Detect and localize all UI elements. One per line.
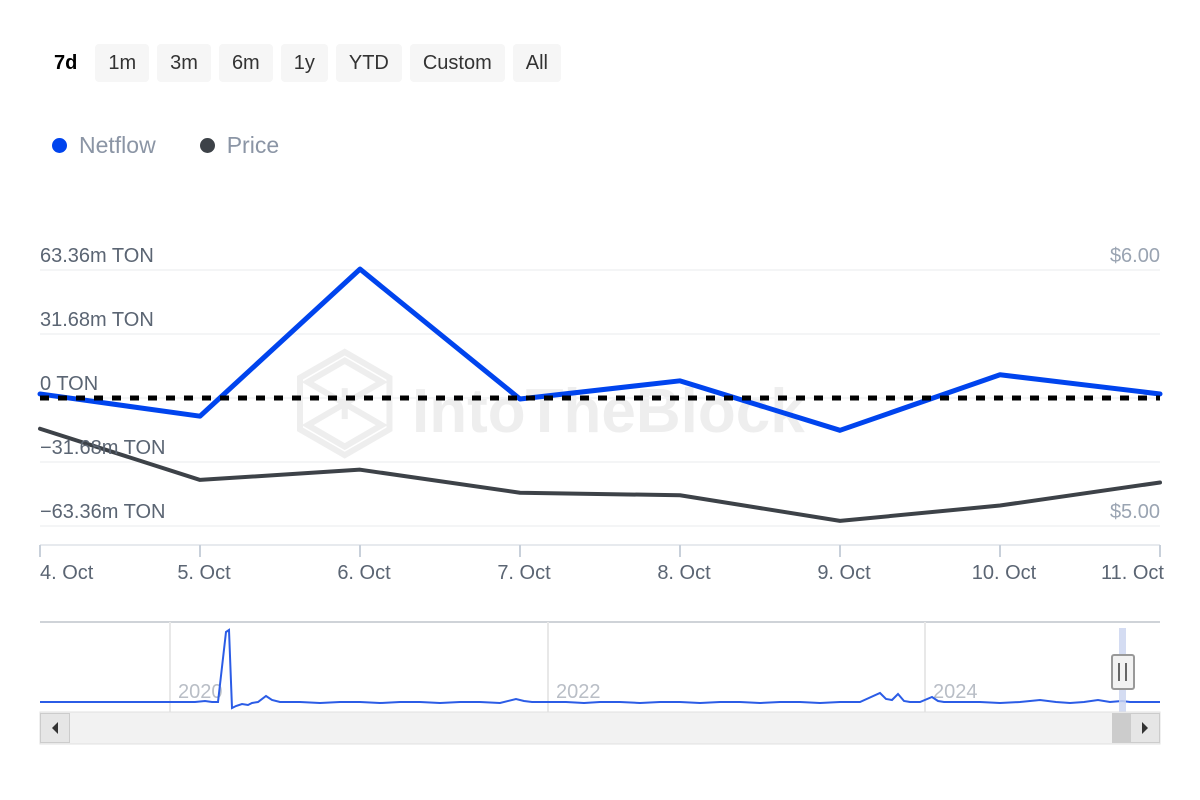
x-axis-tick-label: 7. Oct xyxy=(497,562,551,584)
legend-marker-netflow-icon xyxy=(52,138,67,153)
y-axis-left-tick-label: 31.68m TON xyxy=(40,309,154,331)
legend-label-netflow: Netflow xyxy=(79,134,156,157)
series-line-price xyxy=(40,429,1160,521)
range-selector: 7d 1m 3m 6m 1y YTD Custom All xyxy=(44,44,561,82)
navigator-handle-right[interactable] xyxy=(1112,655,1134,689)
range-button-1y[interactable]: 1y xyxy=(281,44,328,82)
range-button-1m[interactable]: 1m xyxy=(95,44,149,82)
y-axis-left-tick-label: −63.36m TON xyxy=(40,501,165,523)
y-axis-right-tick-label: $5.00 xyxy=(1110,501,1160,523)
y-axis-right-tick-label: $6.00 xyxy=(1110,245,1160,267)
y-axis-left: 63.36m TON 31.68m TON 0 TON −31.68m TON −63.… xyxy=(40,245,165,523)
range-button-custom[interactable]: Custom xyxy=(410,44,505,82)
navigator-scroll-right-button[interactable] xyxy=(1130,713,1160,743)
navigator-year-label: 2020 xyxy=(178,681,223,703)
chart-canvas: IntoTheBlock 63.36m TON 31.68m TON 0 TON −3… xyxy=(0,0,1200,800)
legend-item-price[interactable]: Price xyxy=(200,134,279,157)
arrow-right-icon xyxy=(1139,721,1151,735)
navigator-year-labels: 2020 2022 2024 xyxy=(178,681,978,703)
range-button-7d[interactable]: 7d xyxy=(44,44,87,82)
navigator-year-label: 2022 xyxy=(556,681,601,703)
y-axis-right: $6.00 $5.00 xyxy=(1110,245,1160,523)
y-axis-left-tick-label: 0 TON xyxy=(40,373,98,395)
chart-series xyxy=(40,269,1160,521)
x-axis-tick-label: 8. Oct xyxy=(657,562,711,584)
navigator-gridlines xyxy=(170,622,925,712)
hexagon-logo-icon xyxy=(300,352,389,455)
arrow-left-icon xyxy=(49,721,61,735)
watermark-text: IntoTheBlock xyxy=(412,377,805,446)
y-axis-left-tick-label: 63.36m TON xyxy=(40,245,154,267)
chart-navigator[interactable]: 2020 2022 2024 xyxy=(40,622,1160,744)
range-button-6m[interactable]: 6m xyxy=(219,44,273,82)
x-axis-tick-label: 5. Oct xyxy=(177,562,231,584)
legend-item-netflow[interactable]: Netflow xyxy=(52,134,156,157)
watermark: IntoTheBlock xyxy=(300,352,805,455)
navigator-year-label: 2024 xyxy=(933,681,978,703)
navigator-selection-band[interactable] xyxy=(1119,628,1126,712)
x-axis-tick-label: 10. Oct xyxy=(972,562,1037,584)
x-axis: 4. Oct 5. Oct 6. Oct 7. Oct 8. Oct 9. Oct 10. … xyxy=(40,545,1164,584)
chart-container: IntoTheBlock 63.36m TON 31.68m TON 0 TON −3… xyxy=(0,0,1200,800)
navigator-series-line xyxy=(40,630,1160,708)
y-axis-left-tick-label: −31.68m TON xyxy=(40,437,165,459)
x-axis-tick-label: 9. Oct xyxy=(817,562,871,584)
navigator-scrollbar-track[interactable] xyxy=(40,712,1160,744)
navigator-background[interactable] xyxy=(40,622,1160,712)
range-button-3m[interactable]: 3m xyxy=(157,44,211,82)
legend-marker-price-icon xyxy=(200,138,215,153)
chart-legend: Netflow Price xyxy=(52,134,279,157)
chart-gridlines xyxy=(40,270,1160,526)
x-axis-tick-label: 4. Oct xyxy=(40,562,94,584)
navigator-scroll-left-button[interactable] xyxy=(40,713,70,743)
legend-label-price: Price xyxy=(227,134,279,157)
series-line-netflow xyxy=(40,269,1160,430)
navigator-scrollbar-thumb[interactable] xyxy=(1112,713,1130,743)
x-axis-tick-label: 6. Oct xyxy=(337,562,391,584)
range-button-all[interactable]: All xyxy=(513,44,561,82)
x-axis-tick-label: 11. Oct xyxy=(1101,562,1164,584)
range-button-ytd[interactable]: YTD xyxy=(336,44,402,82)
